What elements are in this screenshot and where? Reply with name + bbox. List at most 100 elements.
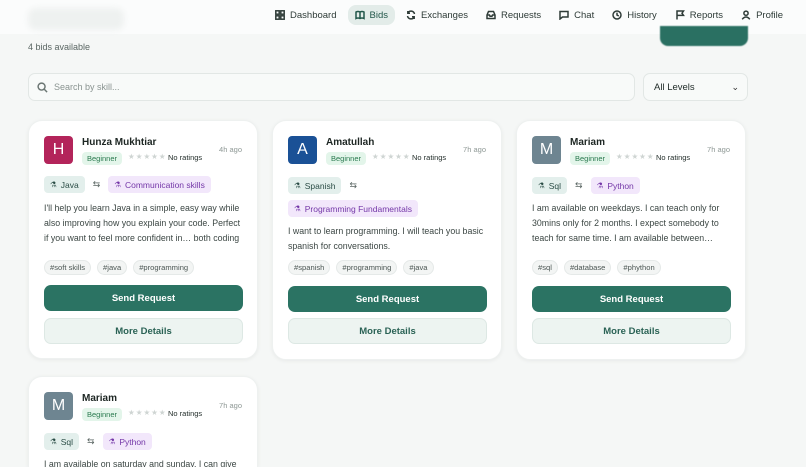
send-request-button[interactable]: Send Request [288, 286, 487, 312]
avatar: A [288, 136, 317, 164]
nav-item-reports[interactable]: Reports [668, 5, 730, 25]
bids-count: 4 bids available [28, 42, 91, 52]
tag: #database [563, 260, 612, 275]
inbox-icon [486, 10, 496, 20]
grid-icon [275, 10, 285, 20]
nav-item-exchanges[interactable]: Exchanges [399, 5, 475, 25]
skill-exchange: ⚗ Java ⇆ ⚗ Communication skills [44, 176, 245, 193]
swap-icon: ⇆ [87, 436, 95, 446]
rating-text: No ratings [168, 409, 203, 418]
nav-item-chat[interactable]: Chat [552, 5, 601, 25]
rating-stars: ★★★★★ [616, 152, 655, 161]
level-badge: Beginner [82, 152, 123, 165]
rating-text: No ratings [412, 153, 447, 162]
swap-icon: ⇆ [575, 180, 583, 190]
bid-description: I am available on saturday and sunday. I… [44, 459, 237, 467]
flag-icon [675, 10, 685, 20]
avatar: M [44, 392, 73, 420]
tag-list: #soft skills #java #programming [44, 260, 243, 275]
post-bid-button[interactable] [660, 26, 748, 46]
nav-item-history[interactable]: History [605, 5, 664, 25]
skill-label: Programming Fundamentals [304, 203, 412, 214]
skill-label: Java [60, 179, 79, 190]
bid-description: I'll help you learn Java in a simple, ea… [44, 203, 241, 243]
nav-item-profile[interactable]: Profile [734, 5, 790, 25]
learn-skill-chip: ⚗ Python [102, 433, 152, 450]
flask-icon: ⚗ [596, 181, 604, 190]
rating-text: No ratings [168, 153, 203, 162]
search-input[interactable] [54, 82, 614, 92]
rating-stars: ★★★★★ [128, 152, 167, 161]
learn-skill-chip: ⚗ Communication skills [108, 176, 211, 193]
more-details-button[interactable]: More Details [44, 318, 243, 344]
nav-label: Chat [574, 9, 595, 21]
more-details-button[interactable]: More Details [532, 318, 731, 344]
flask-icon: ⚗ [538, 181, 545, 190]
tag: #soft skills [44, 260, 92, 275]
level-badge: Beginner [570, 152, 611, 165]
nav-label: Requests [501, 9, 542, 21]
rating-text: No ratings [656, 153, 691, 162]
swap-icon: ⇆ [349, 180, 357, 190]
skill-label: Python [607, 180, 634, 191]
learn-skill-chip: ⚗ Programming Fundamentals [288, 200, 418, 217]
time-ago: 7h ago [219, 401, 242, 410]
nav-label: Reports [689, 9, 724, 21]
bid-description: I want to learn programming. I will teac… [288, 226, 484, 251]
teach-skill-chip: ⚗ Java [44, 176, 85, 193]
rating-stars: ★★★★★ [372, 152, 411, 161]
nav-item-requests[interactable]: Requests [479, 5, 548, 25]
flask-icon: ⚗ [114, 180, 121, 189]
flask-icon: ⚗ [50, 180, 57, 189]
nav-label: Dashboard [290, 9, 337, 21]
tag: #sql [532, 260, 558, 275]
swap-icon: ⇆ [92, 179, 101, 189]
nav-item-bids[interactable]: Bids [347, 5, 395, 25]
skill-exchange: ⚗ Spanish ⇆ ⚗ Programming Fundamentals [288, 177, 489, 217]
tag: #spanish [288, 260, 331, 275]
avatar: H [44, 136, 73, 164]
more-details-button[interactable]: More Details [288, 318, 487, 344]
nav-item-dashboard[interactable]: Dashboard [268, 5, 343, 25]
book-icon [354, 10, 365, 20]
tag-list: #spanish #programming #java [288, 260, 487, 275]
time-ago: 7h ago [463, 145, 486, 154]
user-name[interactable]: Mariam [82, 393, 117, 404]
learn-skill-chip: ⚗ Python [590, 177, 640, 194]
flask-icon: ⚗ [294, 204, 301, 213]
tag: #java [97, 260, 128, 275]
bid-card: A Amatullah 7h ago Beginner ★★★★★ No rat… [272, 120, 502, 360]
level-filter-select[interactable]: All Levels ⌄ [643, 73, 748, 101]
skill-label: Python [119, 436, 146, 447]
skill-label: Sql [548, 180, 562, 191]
tag: #programming [133, 260, 195, 275]
teach-skill-chip: ⚗ Sql [44, 433, 80, 450]
chevron-down-icon: ⌄ [731, 81, 739, 92]
flask-icon: ⚗ [108, 437, 116, 446]
tag: #java [403, 260, 434, 275]
level-badge: Beginner [82, 408, 123, 421]
skill-exchange: ⚗ Sql ⇆ ⚗ Python [532, 177, 733, 194]
nav-label: Exchanges [421, 9, 469, 21]
flask-icon: ⚗ [294, 181, 301, 190]
send-request-button[interactable]: Send Request [532, 286, 731, 312]
level-badge: Beginner [326, 152, 367, 165]
avatar: M [532, 136, 561, 164]
level-filter-value: All Levels [654, 81, 695, 93]
skill-label: Communication skills [124, 179, 205, 190]
user-icon [741, 10, 751, 20]
send-request-button[interactable]: Send Request [44, 285, 243, 311]
time-ago: 7h ago [707, 145, 730, 154]
user-name[interactable]: Amatullah [326, 137, 374, 148]
teach-skill-chip: ⚗ Spanish [288, 177, 342, 194]
chat-icon [559, 10, 569, 20]
brand-logo[interactable] [28, 8, 124, 30]
bid-card: M Mariam 7h ago Beginner ★★★★★ No rating… [28, 376, 258, 467]
nav-label: Bids [369, 9, 388, 21]
clock-icon [612, 10, 622, 20]
flask-icon: ⚗ [50, 437, 57, 446]
user-name[interactable]: Mariam [570, 137, 605, 148]
user-name[interactable]: Hunza Mukhtiar [82, 137, 156, 148]
tag: #programming [336, 260, 398, 275]
teach-skill-chip: ⚗ Sql [532, 177, 568, 194]
